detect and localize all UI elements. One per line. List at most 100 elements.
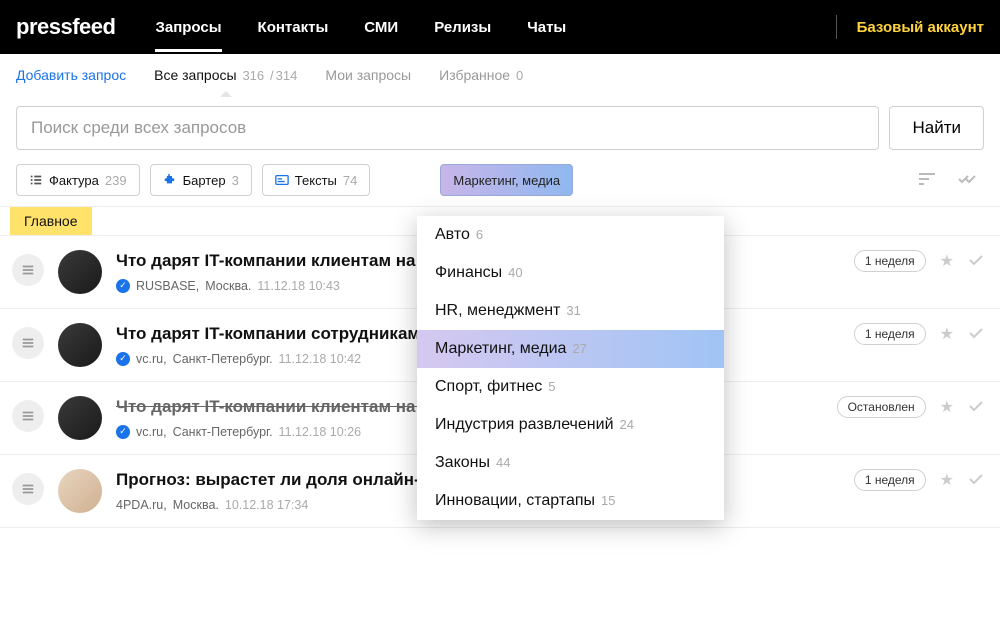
star-icon[interactable]: ★ <box>940 251 954 271</box>
subnav-all[interactable]: Все запросы 316 /314 <box>154 67 297 83</box>
dropdown-item[interactable]: Спорт, фитнес 5 <box>417 368 724 406</box>
row-city: Москва. <box>173 498 219 512</box>
filter-row: Фактура 239 Бартер 3 Тексты 74 Маркетинг… <box>0 160 1000 206</box>
dropdown-item-label: Авто <box>435 226 470 244</box>
add-request-link[interactable]: Добавить запрос <box>16 67 126 83</box>
dropdown-item-label: Законы <box>435 454 490 472</box>
top-nav: Запросы Контакты СМИ Релизы Чаты <box>155 3 815 52</box>
search-row: Найти <box>0 96 1000 160</box>
list-icon <box>29 173 43 187</box>
row-right: 1 неделя ★ <box>854 469 984 491</box>
filter-faktura-count: 239 <box>105 173 127 188</box>
puzzle-icon <box>163 173 177 187</box>
account-link[interactable]: Базовый аккаунт <box>857 19 984 36</box>
row-right: 1 неделя ★ <box>854 250 984 272</box>
dropdown-item-label: Спорт, фитнес <box>435 378 542 396</box>
verified-icon: ✓ <box>116 352 130 366</box>
dropdown-item-count: 27 <box>572 341 586 356</box>
card-icon <box>275 173 289 187</box>
check-icon[interactable] <box>968 399 984 415</box>
search-button[interactable]: Найти <box>889 106 984 150</box>
check-icon[interactable] <box>968 326 984 342</box>
filter-barter[interactable]: Бартер 3 <box>150 164 252 196</box>
subnav-all-count1: 316 <box>242 68 264 83</box>
dropdown-item[interactable]: Законы 44 <box>417 444 724 482</box>
filter-category[interactable]: Маркетинг, медиа <box>440 164 573 196</box>
row-source: vc.ru, <box>136 352 167 366</box>
topbar: pressfeed Запросы Контакты СМИ Релизы Ча… <box>0 0 1000 54</box>
dropdown-item-count: 6 <box>476 227 483 242</box>
dropdown-item[interactable]: Индустрия развлечений 24 <box>417 406 724 444</box>
dropdown-item-label: HR, менеджмент <box>435 302 560 320</box>
dropdown-item[interactable]: Инновации, стартапы 15 <box>417 482 724 520</box>
dropdown-item-count: 31 <box>566 303 580 318</box>
dropdown-item-count: 24 <box>620 417 634 432</box>
row-time: 11.12.18 10:26 <box>279 425 361 439</box>
row-time: 11.12.18 10:42 <box>279 352 361 366</box>
check-icon[interactable] <box>968 472 984 488</box>
status-pill: 1 неделя <box>854 323 926 345</box>
separator <box>836 15 837 39</box>
subnav-fav-count: 0 <box>516 68 523 83</box>
star-icon[interactable]: ★ <box>940 324 954 344</box>
dropdown-item[interactable]: Маркетинг, медиа 27 <box>417 330 724 368</box>
avatar[interactable] <box>58 396 102 440</box>
nav-releases[interactable]: Релизы <box>434 3 491 52</box>
verified-icon: ✓ <box>116 425 130 439</box>
sort-icon[interactable] <box>912 168 942 193</box>
row-city: Санкт-Петербург. <box>173 425 273 439</box>
subnav-all-label: Все запросы <box>154 67 236 83</box>
dropdown-item-label: Маркетинг, медиа <box>435 340 566 358</box>
row-type-icon <box>12 254 44 286</box>
row-city: Москва. <box>205 279 251 293</box>
nav-requests[interactable]: Запросы <box>155 3 221 52</box>
filter-barter-label: Бартер <box>183 173 226 188</box>
check-all-icon[interactable] <box>952 168 984 193</box>
filter-texts-label: Тексты <box>295 173 337 188</box>
row-source: RUSBASE, <box>136 279 199 293</box>
filter-barter-count: 3 <box>232 173 239 188</box>
subnav-fav-label: Избранное <box>439 67 510 83</box>
row-time: 10.12.18 17:34 <box>225 498 308 512</box>
subnav-fav[interactable]: Избранное 0 <box>439 67 523 83</box>
nav-contacts[interactable]: Контакты <box>258 3 329 52</box>
filter-texts-count: 74 <box>343 173 357 188</box>
dropdown-item[interactable]: Авто 6 <box>417 216 724 254</box>
avatar[interactable] <box>58 469 102 513</box>
row-source: 4PDA.ru, <box>116 498 167 512</box>
dropdown-item-count: 40 <box>508 265 522 280</box>
logo[interactable]: pressfeed <box>16 14 115 40</box>
avatar[interactable] <box>58 323 102 367</box>
subnav: Добавить запрос Все запросы 316 /314 Мои… <box>0 54 1000 96</box>
row-right: Остановлен ★ <box>837 396 984 418</box>
avatar[interactable] <box>58 250 102 294</box>
row-type-icon <box>12 400 44 432</box>
subnav-all-sep: / <box>270 68 274 83</box>
check-icon[interactable] <box>968 253 984 269</box>
dropdown-item-label: Инновации, стартапы <box>435 492 595 510</box>
status-pill: 1 неделя <box>854 250 926 272</box>
star-icon[interactable]: ★ <box>940 470 954 490</box>
filter-faktura-label: Фактура <box>49 173 99 188</box>
category-dropdown[interactable]: Авто 6Финансы 40HR, менеджмент 31Маркети… <box>417 216 724 520</box>
dropdown-item-count: 15 <box>601 493 615 508</box>
dropdown-item[interactable]: HR, менеджмент 31 <box>417 292 724 330</box>
dropdown-item[interactable]: Финансы 40 <box>417 254 724 292</box>
search-input[interactable] <box>16 106 879 150</box>
status-pill: Остановлен <box>837 396 926 418</box>
status-pill: 1 неделя <box>854 469 926 491</box>
row-type-icon <box>12 327 44 359</box>
filter-faktura[interactable]: Фактура 239 <box>16 164 140 196</box>
subnav-mine[interactable]: Мои запросы <box>325 67 411 83</box>
star-icon[interactable]: ★ <box>940 397 954 417</box>
row-source: vc.ru, <box>136 425 167 439</box>
row-right: 1 неделя ★ <box>854 323 984 345</box>
nav-chats[interactable]: Чаты <box>527 3 566 52</box>
row-city: Санкт-Петербург. <box>173 352 273 366</box>
dropdown-item-count: 5 <box>548 379 555 394</box>
main-badge: Главное <box>10 207 92 235</box>
verified-icon: ✓ <box>116 279 130 293</box>
row-type-icon <box>12 473 44 505</box>
filter-texts[interactable]: Тексты 74 <box>262 164 371 196</box>
nav-media[interactable]: СМИ <box>364 3 398 52</box>
